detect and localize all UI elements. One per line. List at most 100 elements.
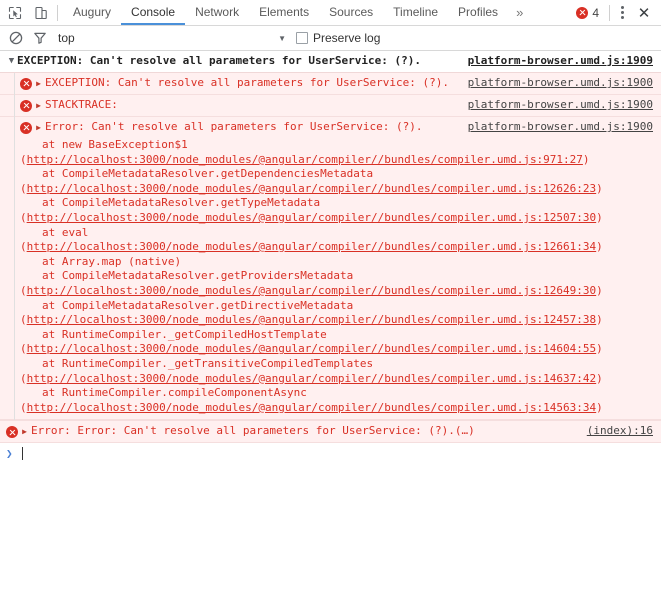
chevron-down-icon: ▼ <box>278 33 286 43</box>
tab-sources[interactable]: Sources <box>319 0 383 25</box>
console-error-row-final[interactable]: ▶ Error: Error: Can't resolve all parame… <box>0 420 661 444</box>
stack-frame-url[interactable]: http://localhost:3000/node_modules/@angu… <box>27 342 597 355</box>
stack-trace: at new BaseException$1 (http://localhost:… <box>0 138 661 421</box>
paren-open: ( <box>20 283 27 297</box>
console-error-row[interactable]: ▶ Error: Can't resolve all parameters fo… <box>0 117 661 138</box>
filter-icon[interactable] <box>28 26 52 50</box>
stack-frame-url[interactable]: http://localhost:3000/node_modules/@angu… <box>27 284 597 297</box>
execution-context-value: top <box>58 31 75 45</box>
paren-open: ( <box>20 240 27 254</box>
stack-frame-function: at CompileMetadataResolver.getProvidersM… <box>42 269 354 283</box>
toolbar-divider <box>57 4 58 21</box>
stack-frame: at eval (http://localhost:3000/node_modul… <box>20 226 653 255</box>
stack-frame-url[interactable]: http://localhost:3000/node_modules/@angu… <box>27 313 597 326</box>
devtools-toolbar: Augury Console Network Elements Sources … <box>0 0 661 26</box>
paren-open: ( <box>20 400 27 414</box>
stack-frame-function: at Array.map (native) <box>42 254 182 268</box>
stack-frame: at CompileMetadataResolver.getTypeMetada… <box>20 196 653 225</box>
toolbar-divider-right <box>609 4 610 21</box>
tab-elements[interactable]: Elements <box>249 0 319 25</box>
stack-frame-url[interactable]: http://localhost:3000/node_modules/@angu… <box>27 211 597 224</box>
collapse-triangle-icon[interactable]: ▼ <box>6 54 17 69</box>
expand-triangle-icon[interactable]: ▶ <box>32 76 45 91</box>
clear-console-icon[interactable] <box>4 26 28 50</box>
paren-open: ( <box>20 152 27 166</box>
preserve-log-label: Preserve log <box>313 31 381 45</box>
source-link[interactable]: platform-browser.umd.js:1900 <box>468 120 653 135</box>
stack-frame: at CompileMetadataResolver.getDirectiveM… <box>20 299 653 328</box>
toolbar-icon-group <box>0 0 63 25</box>
source-link[interactable]: platform-browser.umd.js:1900 <box>468 98 653 113</box>
group-title: EXCEPTION: Can't resolve all parameters … <box>17 54 421 67</box>
tab-timeline[interactable]: Timeline <box>383 0 448 25</box>
stack-frame-url[interactable]: http://localhost:3000/node_modules/@angu… <box>27 182 597 195</box>
stack-frame: at Array.map (native) <box>20 255 653 270</box>
paren-close: ) <box>596 181 603 195</box>
error-icon <box>20 78 32 90</box>
tab-augury[interactable]: Augury <box>63 0 121 25</box>
stack-frame-url[interactable]: http://localhost:3000/node_modules/@angu… <box>27 401 597 414</box>
console-filter-bar: top ▼ Preserve log <box>0 26 661 51</box>
inspect-element-icon[interactable] <box>2 0 28 25</box>
stack-frame-function: at CompileMetadataResolver.getTypeMetada… <box>42 196 321 210</box>
execution-context-selector[interactable]: top ▼ <box>52 26 292 50</box>
console-error-row[interactable]: ▶ STACKTRACE: platform-browser.umd.js:19… <box>0 95 661 117</box>
paren-close: ) <box>596 313 603 327</box>
paren-open: ( <box>20 342 27 356</box>
paren-close: ) <box>596 283 603 297</box>
stack-frame-function: at CompileMetadataResolver.getDependenci… <box>42 167 374 181</box>
error-message-text: STACKTRACE: <box>45 98 118 111</box>
expand-triangle-icon[interactable]: ▶ <box>32 120 45 135</box>
stack-frame: at CompileMetadataResolver.getDependenci… <box>20 167 653 196</box>
error-count-label: 4 <box>592 5 599 20</box>
tab-network[interactable]: Network <box>185 0 249 25</box>
console-prompt[interactable]: ❯ <box>0 443 661 466</box>
console-error-row[interactable]: ▶ EXCEPTION: Can't resolve all parameter… <box>0 73 661 95</box>
paren-open: ( <box>20 313 27 327</box>
paren-close: ) <box>596 400 603 414</box>
stack-frame-url[interactable]: http://localhost:3000/node_modules/@angu… <box>27 372 597 385</box>
source-link[interactable]: platform-browser.umd.js:1900 <box>468 76 653 91</box>
source-link[interactable]: platform-browser.umd.js:1909 <box>468 54 653 69</box>
source-link[interactable]: (index):16 <box>587 424 653 439</box>
tab-profiles[interactable]: Profiles <box>448 0 508 25</box>
preserve-log-checkbox[interactable] <box>296 32 308 44</box>
paren-close: ) <box>596 240 603 254</box>
stack-frame: at new BaseException$1 (http://localhost:… <box>20 138 653 167</box>
stack-frame-function: at new BaseException$1 <box>42 138 188 151</box>
error-message-text: Error: Can't resolve all parameters for … <box>45 120 423 133</box>
console-message-list[interactable]: ▼ EXCEPTION: Can't resolve all parameter… <box>0 51 661 609</box>
text-caret <box>22 447 23 461</box>
devtools-tabs: Augury Console Network Elements Sources … <box>63 0 569 25</box>
preserve-log-toggle[interactable]: Preserve log <box>296 31 380 45</box>
stack-frame: at RuntimeCompiler._getCompiledHostTempl… <box>20 328 653 357</box>
expand-triangle-icon[interactable]: ▶ <box>18 424 31 439</box>
stack-frame: at CompileMetadataResolver.getProvidersM… <box>20 269 653 298</box>
paren-open: ( <box>20 181 27 195</box>
stack-frame-function: at RuntimeCompiler._getCompiledHostTempl… <box>42 327 327 341</box>
expand-triangle-icon[interactable]: ▶ <box>32 98 45 113</box>
paren-close: ) <box>596 210 603 224</box>
stack-frame-url[interactable]: http://localhost:3000/node_modules/@angu… <box>27 153 583 166</box>
paren-open: ( <box>20 210 27 224</box>
paren-close: ) <box>582 152 590 166</box>
stack-frame-url[interactable]: http://localhost:3000/node_modules/@angu… <box>27 240 597 253</box>
console-group-header[interactable]: ▼ EXCEPTION: Can't resolve all parameter… <box>0 51 661 73</box>
stack-frame-function: at CompileMetadataResolver.getDirectiveM… <box>42 298 354 312</box>
stack-frame-function: at RuntimeCompiler.compileComponentAsync <box>42 386 307 400</box>
paren-close: ) <box>596 371 603 385</box>
error-icon <box>20 100 32 112</box>
error-icon <box>20 122 32 134</box>
tab-console[interactable]: Console <box>121 0 186 25</box>
device-toolbar-icon[interactable] <box>28 0 54 25</box>
close-icon[interactable]: ✕ <box>631 0 657 25</box>
stack-frame-function: at RuntimeCompiler._getTransitiveCompile… <box>42 356 374 370</box>
stack-frame: at RuntimeCompiler.compileComponentAsync… <box>20 386 653 415</box>
main-menu-icon[interactable] <box>613 0 631 25</box>
more-tabs-button[interactable]: » <box>508 0 531 25</box>
error-count-badge[interactable]: 4 <box>569 6 606 20</box>
stack-frame-function: at eval <box>42 225 89 239</box>
paren-open: ( <box>20 371 27 385</box>
console-group-body: ▶ EXCEPTION: Can't resolve all parameter… <box>0 73 661 421</box>
paren-close: ) <box>596 342 603 356</box>
